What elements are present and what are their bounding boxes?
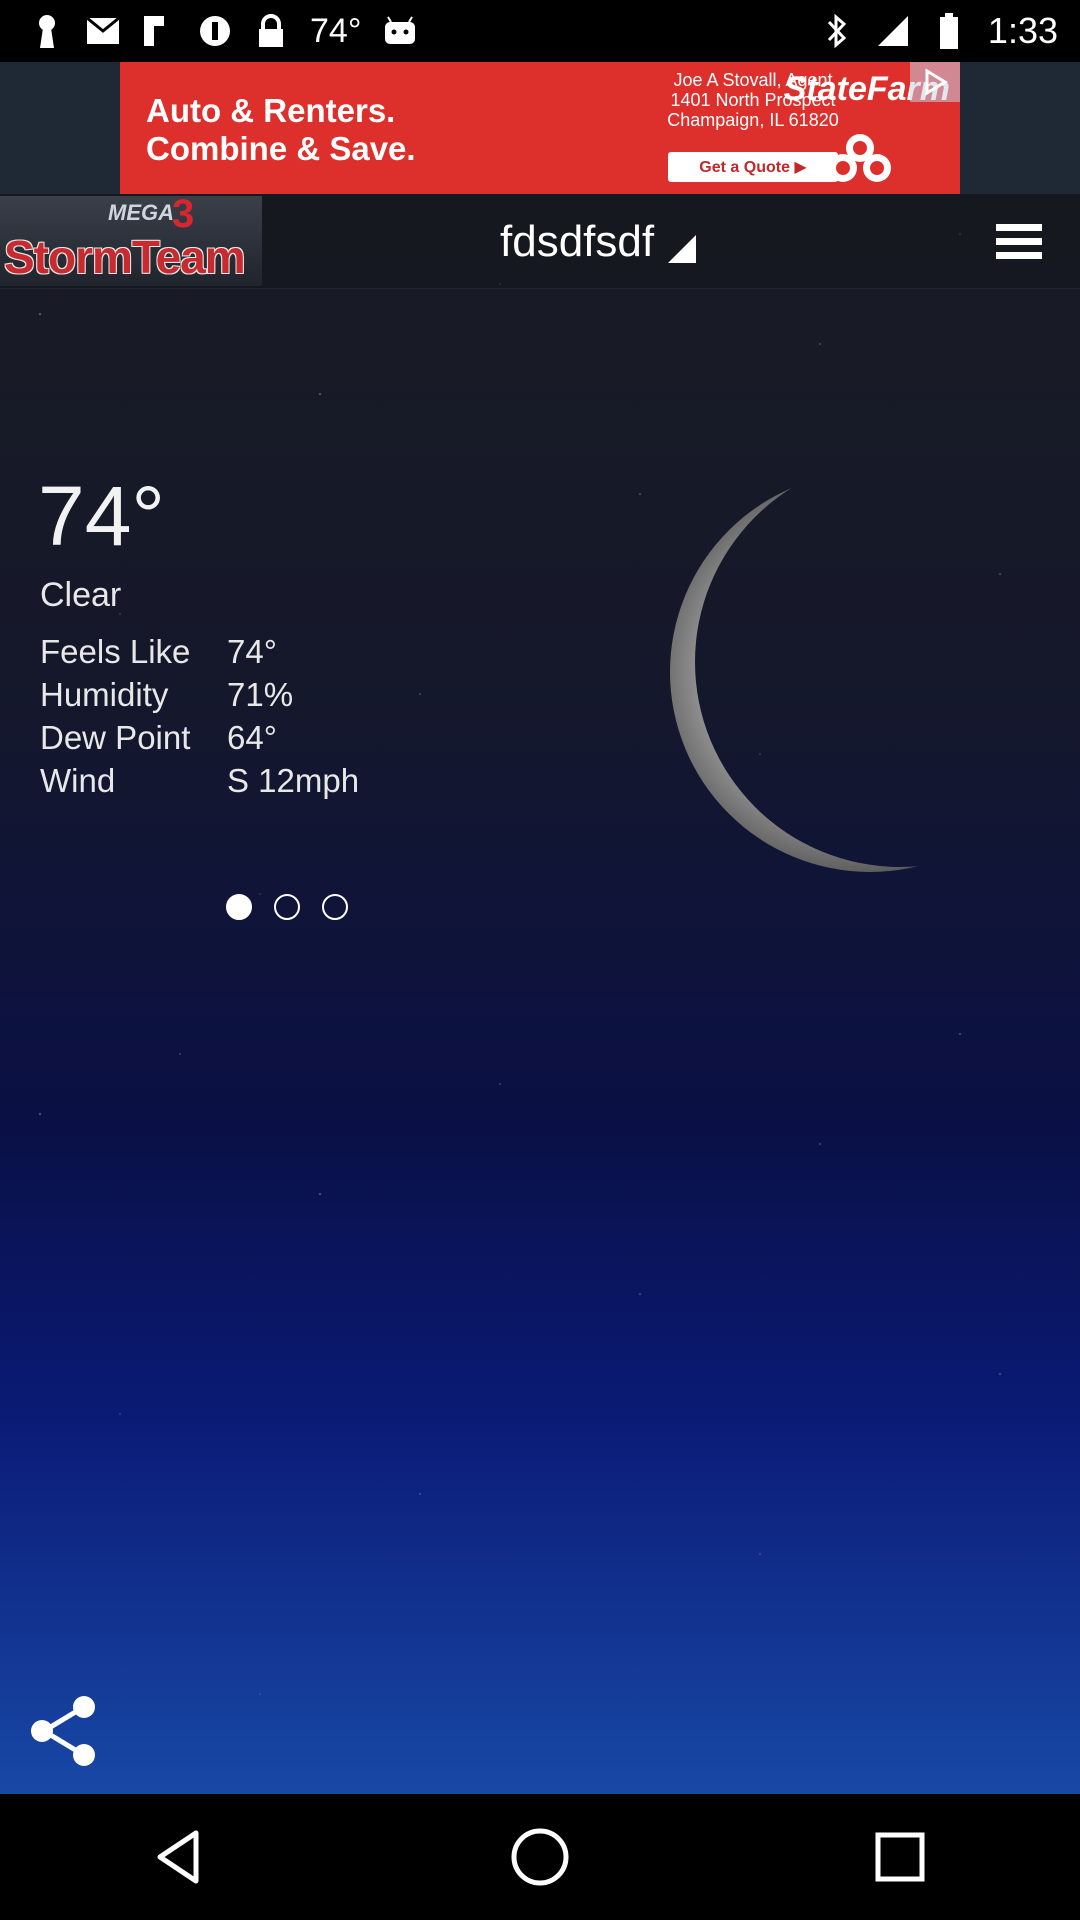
statefarm-logo-icon	[820, 132, 900, 189]
screen: 74° 1:33 Auto & Renters. Combine & Save.…	[0, 0, 1080, 1920]
starfield	[0, 194, 1080, 1794]
dropdown-triangle-icon	[664, 231, 698, 270]
location-selector[interactable]: fdsdfsdf	[500, 210, 698, 270]
bluetooth-icon	[820, 13, 854, 49]
logo-small-text: MEGA	[108, 200, 174, 225]
share-icon[interactable]	[24, 1692, 102, 1770]
flipboard-icon	[142, 14, 176, 48]
page-dot-active[interactable]	[226, 894, 252, 920]
back-icon[interactable]	[135, 1812, 225, 1902]
detail-value: 74°	[227, 632, 277, 670]
stormteam-logo[interactable]: MEGA 3 StormTeam	[0, 196, 262, 286]
ad-get-quote-button[interactable]: Get a Quote ▶	[668, 152, 838, 182]
navigation-bar	[0, 1794, 1080, 1920]
ad-choices-icon[interactable]	[910, 62, 960, 102]
weather-condition: Clear	[40, 576, 122, 614]
detail-row-humidity: Humidity 71%	[40, 673, 359, 716]
hamburger-menu-icon[interactable]	[996, 222, 1042, 262]
detail-label: Wind	[40, 761, 116, 799]
detail-label: Dew Point	[40, 718, 191, 756]
status-bar: 74° 1:33	[0, 0, 1080, 62]
detail-value: 64°	[227, 718, 277, 756]
mail-icon	[86, 14, 120, 48]
recents-icon[interactable]	[855, 1812, 945, 1902]
weather-details: Feels Like 74° Humidity 71% Dew Point 64…	[40, 630, 359, 802]
app-header: MEGA 3 StormTeam fdsdfsdf	[0, 194, 1080, 289]
android-icon	[383, 14, 417, 48]
ad-strip: Auto & Renters. Combine & Save. Joe A St…	[0, 62, 1080, 194]
detail-row-dew-point: Dew Point 64°	[40, 716, 359, 759]
ad-headline: Auto & Renters. Combine & Save.	[146, 92, 416, 167]
status-temperature: 74°	[310, 11, 362, 50]
weather-background: MEGA 3 StormTeam fdsdfsdf 74° Clear Feel…	[0, 194, 1080, 1794]
signal-icon	[876, 14, 910, 48]
home-icon[interactable]	[495, 1812, 585, 1902]
page-dot[interactable]	[322, 894, 348, 920]
current-temperature: 74°	[38, 469, 166, 563]
detail-row-wind: Wind S 12mph	[40, 759, 359, 802]
detail-row-feels-like: Feels Like 74°	[40, 630, 359, 673]
detail-value: 71%	[227, 675, 294, 713]
logo-text: StormTeam	[4, 231, 246, 283]
keyhole-icon	[30, 14, 64, 48]
battery-icon	[932, 13, 966, 49]
moon-icon	[670, 462, 1070, 887]
detail-label: Feels Like	[40, 632, 191, 670]
ad-banner[interactable]: Auto & Renters. Combine & Save. Joe A St…	[120, 62, 960, 194]
page-dot[interactable]	[274, 894, 300, 920]
lock-icon	[254, 14, 288, 48]
page-indicator	[226, 894, 348, 920]
detail-label: Humidity	[40, 675, 169, 713]
status-time: 1:33	[987, 10, 1058, 51]
info-icon	[198, 14, 232, 48]
detail-value: S 12mph	[227, 761, 360, 799]
location-name: fdsdfsdf	[500, 217, 655, 266]
